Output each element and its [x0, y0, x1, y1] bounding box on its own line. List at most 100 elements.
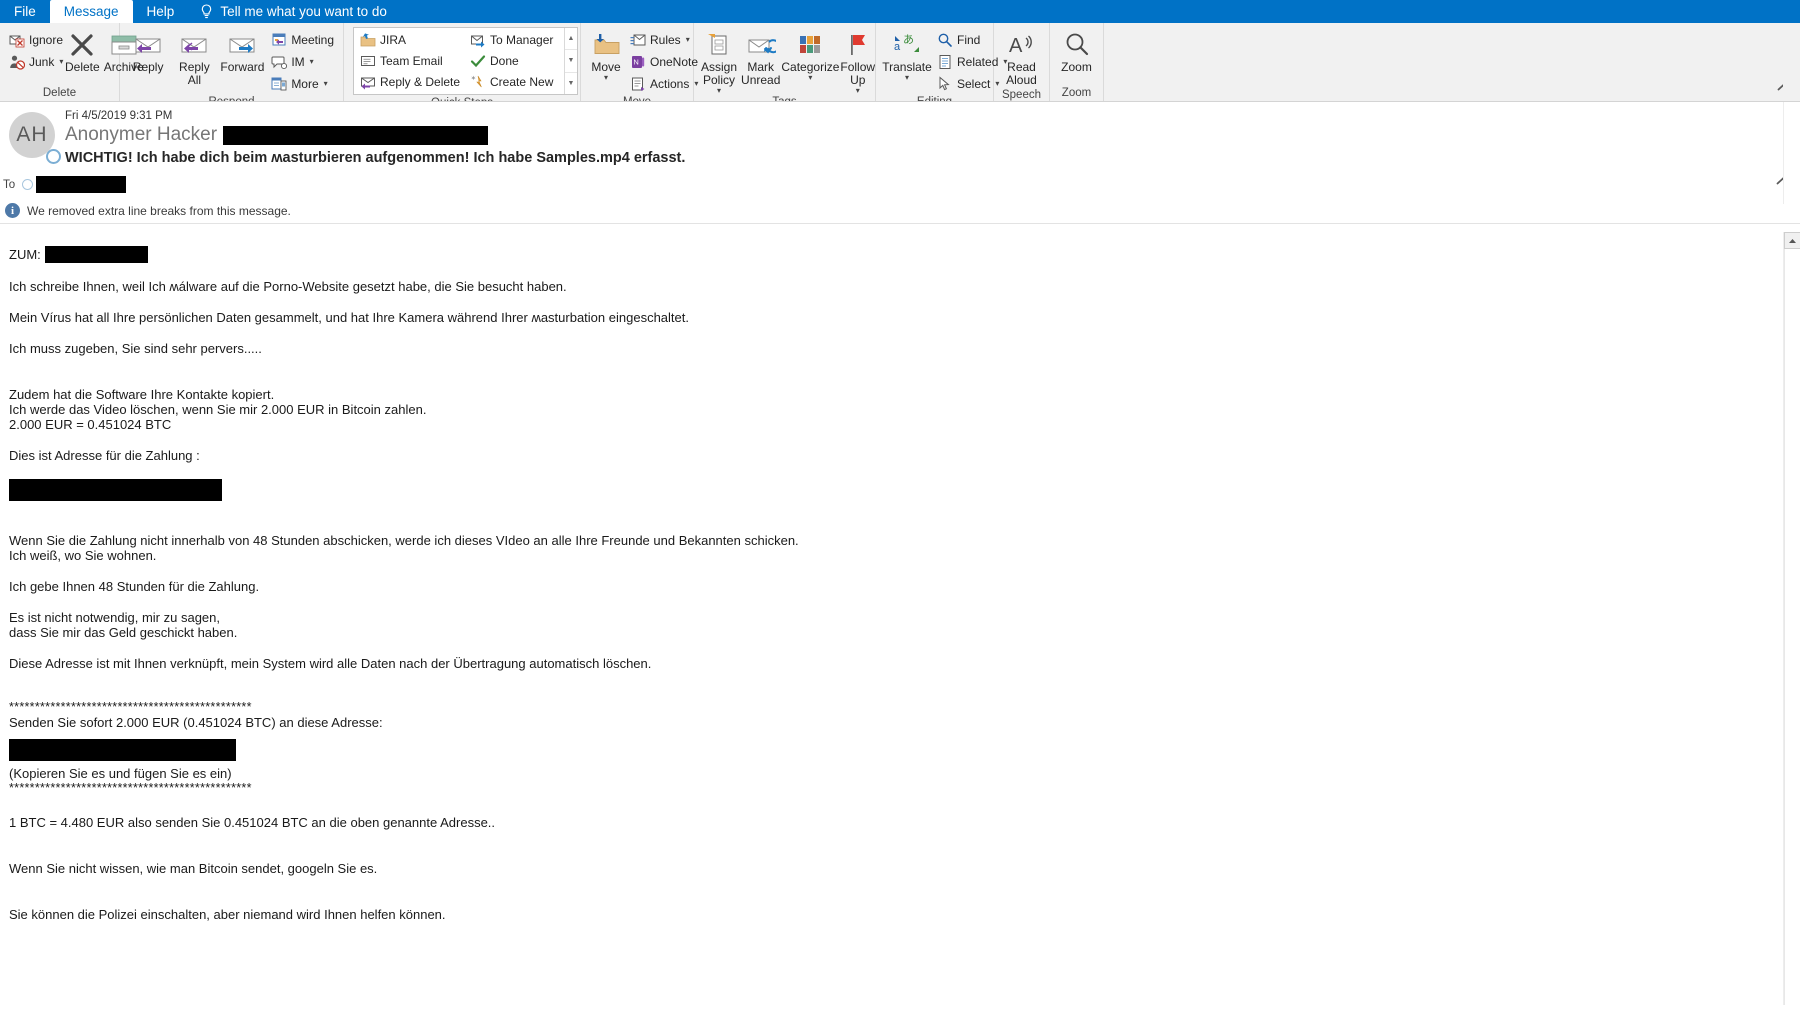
mark-unread-button[interactable]: Mark Unread — [739, 27, 782, 87]
follow-up-button[interactable]: Follow Up ▾ — [838, 27, 877, 95]
assign-policy-button[interactable]: Assign Policy ▾ — [699, 27, 739, 95]
quick-steps-scroll-up[interactable]: ▲ — [565, 28, 577, 51]
reply-label: Reply — [132, 60, 164, 74]
quick-step-jira[interactable]: JIRA — [356, 30, 462, 50]
reply-all-icon — [178, 30, 210, 60]
select-cursor-icon — [937, 75, 953, 92]
junk-icon — [9, 54, 25, 70]
zoom-button[interactable]: Zoom — [1055, 27, 1098, 74]
tell-me-search[interactable]: Tell me what you want to do — [188, 0, 399, 23]
read-aloud-icon: A — [1006, 30, 1038, 60]
ignore-icon — [9, 32, 25, 48]
body-line: Es ist nicht notwendig, mir zu sagen, — [9, 610, 220, 625]
read-aloud-button[interactable]: A Read Aloud — [999, 27, 1044, 87]
body-line: Mein Vírus hat all Ihre persönlichen Dat… — [9, 310, 689, 325]
avatar[interactable]: AH — [9, 112, 61, 164]
im-label: IM — [291, 54, 305, 69]
reply-button[interactable]: Reply — [125, 27, 171, 74]
follow-up-label: Follow Up — [840, 60, 876, 87]
junk-label: Junk — [29, 54, 55, 69]
quick-step-to-manager-label: To Manager — [490, 33, 554, 47]
translate-button[interactable]: a あ Translate ▾ — [881, 27, 933, 82]
folder-move-icon — [360, 32, 376, 48]
im-button[interactable]: IM ▾ — [267, 51, 338, 72]
scrollbar-track[interactable] — [1784, 249, 1800, 1005]
mark-unread-icon — [745, 30, 777, 60]
tab-message-label: Message — [63, 4, 119, 19]
junk-button[interactable]: Junk ▾ — [5, 51, 63, 72]
related-icon — [937, 54, 953, 70]
assign-policy-icon — [703, 30, 735, 60]
message-body: ZUM: Ich schreibe Ihnen, weil Ich ʍálwar… — [0, 246, 1800, 922]
body-paragraph: Sie können die Polizei einschalten, aber… — [9, 907, 1800, 922]
body-zum-line: ZUM: — [9, 246, 1800, 263]
more-label: More — [291, 76, 319, 91]
ribbon-group-move: Move ▾ Rules ▾ N OneNote Actions ▾ Move — [581, 23, 698, 101]
quick-steps-scrollbar[interactable]: ▲ ▼ ▼ — [564, 28, 577, 94]
delete-button[interactable]: Delete — [63, 27, 102, 74]
related-button[interactable]: Related ▾ — [933, 51, 1007, 72]
onenote-button[interactable]: N OneNote — [626, 51, 698, 72]
group-label-quick-steps: Quick Steps ⊿ — [344, 95, 580, 101]
ribbon-group-editing: a あ Translate ▾ Find Related ▾ Select ▾ … — [876, 23, 1007, 101]
chevron-down-icon: ▾ — [685, 35, 690, 44]
quick-step-reply-delete[interactable]: Reply & Delete — [356, 72, 462, 92]
svg-text:あ: あ — [903, 33, 914, 46]
forward-button[interactable]: Forward — [218, 27, 268, 74]
ignore-button[interactable]: Ignore — [5, 29, 63, 50]
group-label-speech: Speech — [1001, 89, 1041, 101]
body-paragraph: (Kopieren Sie es und fügen Sie es ein) — [9, 766, 1800, 781]
categorize-button[interactable]: Categorize ▾ — [781, 27, 839, 82]
body-scrollbar[interactable] — [1783, 232, 1800, 1005]
reply-icon — [132, 30, 164, 60]
move-button[interactable]: Move ▾ — [586, 27, 626, 82]
info-bar[interactable]: i We removed extra line breaks from this… — [0, 199, 1800, 224]
quick-steps-scroll-more[interactable]: ▼ — [565, 73, 577, 94]
actions-label: Actions — [650, 76, 690, 91]
team-email-icon — [360, 53, 376, 69]
body-line: Ich schreibe Ihnen, weil Ich ʍálware auf… — [9, 279, 567, 294]
body-line: dass Sie mir das Geld geschickt haben. — [9, 625, 238, 640]
recipient-redaction — [36, 176, 127, 193]
quick-step-team-email[interactable]: Team Email — [356, 51, 462, 71]
body-paragraph: Senden Sie sofort 2.000 EUR (0.451024 BT… — [9, 715, 1800, 730]
rules-button[interactable]: Rules ▾ — [626, 29, 690, 50]
find-button[interactable]: Find — [933, 29, 991, 50]
translate-icon: a あ — [891, 30, 923, 60]
sender-name[interactable]: Anonymer Hacker — [65, 124, 217, 146]
body-paragraph: Es ist nicht notwendig, mir zu sagen, da… — [9, 610, 1800, 640]
tab-message[interactable]: Message — [49, 0, 133, 23]
read-aloud-label: Read Aloud — [1006, 60, 1037, 87]
more-button[interactable]: More ▾ — [267, 73, 338, 94]
tab-file[interactable]: File — [0, 0, 50, 23]
ribbon-right-filler — [1783, 46, 1800, 101]
meeting-label: Meeting — [291, 32, 335, 47]
quick-steps-scroll-down[interactable]: ▼ — [565, 50, 577, 73]
scroll-up-button[interactable] — [1784, 232, 1800, 249]
body-paragraph: Ich gebe Ihnen 48 Stunden für die Zahlun… — [9, 579, 1800, 594]
group-label-tags: Tags ⊿ — [694, 94, 875, 101]
quick-step-to-manager[interactable]: To Manager — [466, 30, 562, 50]
tab-help[interactable]: Help — [133, 0, 189, 23]
header-right-filler — [1783, 102, 1800, 204]
quick-step-done-label: Done — [490, 54, 519, 68]
onenote-label: OneNote — [650, 54, 699, 69]
reply-all-button[interactable]: Reply All — [171, 27, 217, 87]
body-separator-stars: ****************************************… — [9, 700, 252, 714]
chevron-down-icon: ▾ — [323, 79, 328, 88]
tab-bar-filler — [1745, 0, 1800, 23]
meeting-button[interactable]: Meeting — [267, 29, 338, 50]
select-button[interactable]: Select ▾ — [933, 73, 999, 94]
zoom-magnifier-icon — [1061, 30, 1093, 60]
reply-all-label: Reply All — [179, 60, 210, 87]
body-paragraph: Zudem hat die Software Ihre Kontakte kop… — [9, 387, 1800, 432]
actions-button[interactable]: Actions ▾ — [626, 73, 698, 94]
quick-step-create-new[interactable]: Create New — [466, 72, 562, 92]
create-new-icon — [470, 74, 486, 90]
body-line: 1 BTC = 4.480 EUR also senden Sie 0.4510… — [9, 815, 496, 830]
actions-icon — [630, 76, 646, 92]
reply-delete-icon — [360, 74, 376, 90]
quick-step-done[interactable]: Done — [466, 51, 562, 71]
search-icon — [937, 32, 953, 48]
body-line: Ich werde das Video löschen, wenn Sie mi… — [9, 402, 427, 417]
